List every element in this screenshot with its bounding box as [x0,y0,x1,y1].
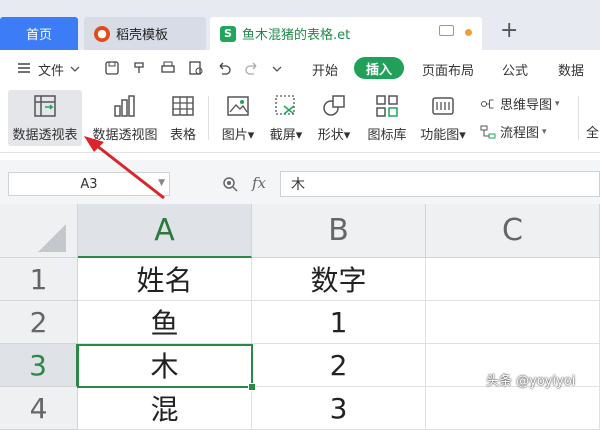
active-cell-outline [77,344,253,388]
icon-library-icon [376,95,398,117]
formula-input-value: 木 [291,177,305,193]
unsaved-dot-icon [465,29,472,36]
quick-access-dropdown-icon[interactable] [272,64,282,74]
title-tab-bar: 首页 ● 稻壳模板 S 鱼木混猪的表格.et + [0,0,600,50]
table-icon [172,96,194,116]
icon-library-button[interactable]: 图标库 [362,90,412,146]
hamburger-menu-icon[interactable] [16,60,32,76]
cell-b2[interactable]: 1 [252,301,426,344]
picture-label: 图片▾ [221,128,255,143]
ribbon-divider [578,96,579,140]
select-all-triangle-icon [38,224,66,252]
pivot-table-label: 数据透视表 [12,128,78,143]
picture-icon [227,96,249,116]
cell-a2[interactable]: 鱼 [78,301,252,344]
tab-home-label: 首页 [25,28,52,43]
flowchart-label: 流程图 [500,126,540,141]
picture-button[interactable]: 图片▾ [216,90,260,146]
cell-a1[interactable]: 姓名 [78,258,252,301]
annotation-arrow-icon [84,136,165,200]
new-tab-plus-icon[interactable]: + [500,18,518,43]
flowchart-button[interactable]: 流程图 ▾ [480,122,547,141]
undo-icon[interactable] [216,60,232,76]
flowchart-dropdown-icon: ▾ [542,126,547,137]
menu-bar: 文件 开始 插入 页面布局 公式 数据 [0,50,600,86]
table-label: 表格 [169,128,196,143]
shape-label: 形状▾ [317,128,351,143]
menu-home[interactable]: 开始 [312,60,338,79]
shape-icon [323,95,345,116]
cell-c4[interactable] [426,387,600,430]
icon-library-label: 图标库 [367,128,407,143]
menu-formula[interactable]: 公式 [502,60,528,79]
menu-insert[interactable]: 插入 [354,57,404,79]
row-header-4[interactable]: 4 [0,387,78,430]
print-preview-icon[interactable] [188,60,204,76]
mind-map-dropdown-icon: ▾ [555,98,560,109]
function-chart-button[interactable]: 功能图▾ [416,90,470,146]
cell-c1[interactable] [426,258,600,301]
pivot-chart-icon [114,95,135,117]
screenshot-scissors-icon [275,95,295,115]
column-header-a[interactable]: A [78,204,252,258]
function-chart-label: 功能图▾ [420,128,466,143]
tab-spreadsheet-file[interactable]: S 鱼木混猪的表格.et [210,17,482,50]
column-header-b[interactable]: B [252,204,426,258]
save-icon[interactable] [104,60,120,76]
pivot-table-icon [34,95,56,117]
screenshot-button[interactable]: 截屏▾ [264,90,308,146]
pivot-table-button[interactable]: 数据透视表 [8,90,82,146]
cell-b3[interactable]: 2 [252,344,426,387]
mind-map-label: 思维导图 [500,98,553,113]
menu-file[interactable]: 文件 [38,60,64,79]
spreadsheet-file-icon: S [220,25,236,42]
cell-b4[interactable]: 3 [252,387,426,430]
cell-c2[interactable] [426,301,600,344]
window-monitor-icon[interactable] [439,25,454,36]
cell-b1[interactable]: 数字 [252,258,426,301]
watermark: 头条 @yoyiyoi [486,374,576,389]
formula-input[interactable]: 木 [280,171,600,197]
row-header-2[interactable]: 2 [0,301,78,344]
shape-button[interactable]: 形状▾ [312,90,356,146]
chevron-down-icon[interactable] [70,64,80,74]
redo-icon[interactable] [244,60,260,76]
cell-a4[interactable]: 混 [78,387,252,430]
table-button[interactable]: 表格 [164,90,202,146]
ribbon-overflow-label: 全 [586,126,600,141]
mind-map-icon [481,99,494,108]
print-icon[interactable] [160,60,176,76]
menu-data[interactable]: 数据 [558,60,584,79]
docer-logo-icon: ● [94,25,110,42]
insert-function-button[interactable]: fx [252,174,266,192]
function-chart-icon [432,97,454,115]
row-header-3[interactable]: 3 [0,344,78,387]
screenshot-label: 截屏▾ [269,128,303,143]
tab-file-label: 鱼木混猪的表格.et [242,28,351,43]
tab-template-label: 稻壳模板 [116,28,169,43]
menu-page-layout[interactable]: 页面布局 [422,60,474,79]
row-header-1[interactable]: 1 [0,258,78,301]
column-header-c[interactable]: C [426,204,600,258]
ribbon-overflow-item[interactable]: 全 [586,122,599,141]
mind-map-button[interactable]: 思维导图 ▾ [480,94,560,113]
select-all-corner[interactable] [0,204,78,258]
format-painter-icon[interactable] [132,60,148,76]
zoom-search-icon[interactable] [222,176,238,192]
flowchart-icon [480,125,496,138]
tab-docer-template[interactable]: ● 稻壳模板 [84,17,206,50]
ribbon-divider [208,96,209,140]
tab-home[interactable]: 首页 [0,17,78,50]
fill-handle[interactable] [248,383,256,391]
